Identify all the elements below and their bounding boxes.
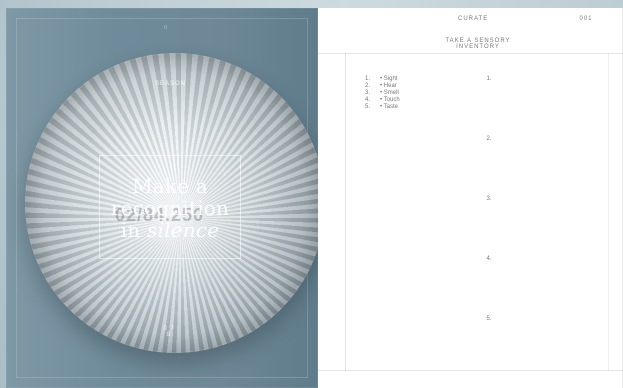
left-margin-rule (345, 53, 346, 371)
senses-label: • Sight (380, 76, 398, 82)
senses-number: 3. (364, 90, 370, 96)
senses-row: 4. • Touch (360, 97, 420, 104)
prompt-number-5: 5. (486, 316, 492, 322)
title-line-3-prefix: in (120, 218, 148, 242)
senses-label: • Hear (380, 83, 397, 89)
section-title: TAKE A SENSORY INVENTORY (445, 38, 511, 50)
senses-row: 2. • Hear (360, 83, 420, 90)
title-line-3: in silence (104, 219, 236, 241)
prompt-number-2: 2. (486, 136, 492, 142)
page-title: Make a recognition in silence (104, 175, 236, 247)
senses-label: • Touch (380, 97, 400, 103)
header-center-label: CURATE (458, 16, 489, 22)
prompt-number-1: 1. (486, 76, 492, 82)
senses-number: 5. (364, 104, 370, 110)
wood-bottom-label: 0 7 8 (163, 326, 175, 338)
right-page: CURATE 001 TAKE A SENSORY INVENTORY 1. •… (318, 8, 623, 388)
senses-row: 1. • Sight (360, 76, 420, 83)
bottom-rule (318, 370, 623, 371)
title-line-2: recognition (110, 196, 230, 220)
senses-number: 1. (364, 76, 370, 82)
header-right-label: 001 (579, 16, 593, 22)
prompt-number-3: 3. (486, 196, 492, 202)
wood-top-label: SEASON (155, 81, 187, 87)
left-top-marker: ○ (163, 24, 169, 31)
left-page: ○ 02/84.250 SEASON 0 7 8 Make a recognit… (6, 8, 318, 388)
senses-row: 5. • Taste (360, 104, 420, 111)
senses-list: 1. • Sight 2. • Hear 3. • Smell 4. • Tou… (360, 76, 420, 126)
title-line-3-emphasis: silence (147, 218, 220, 242)
right-page-header: CURATE 001 TAKE A SENSORY INVENTORY (318, 8, 623, 54)
right-margin-rule (608, 53, 609, 371)
senses-label: • Smell (380, 90, 399, 96)
title-line-1: Make a (132, 174, 208, 198)
senses-number: 2. (364, 83, 370, 89)
senses-number: 4. (364, 97, 370, 103)
prompt-number-4: 4. (486, 256, 492, 262)
senses-row: 3. • Smell (360, 90, 420, 97)
senses-label: • Taste (380, 104, 398, 110)
